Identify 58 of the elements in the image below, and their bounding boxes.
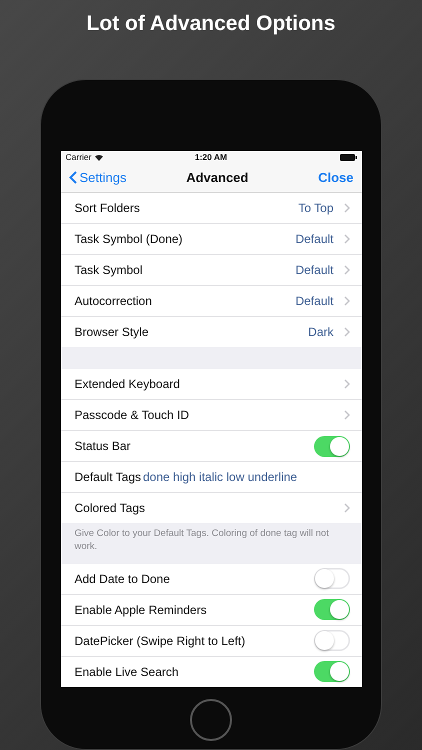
settings-row[interactable]: Enable Live Search (60, 656, 362, 687)
close-button[interactable]: Close (318, 170, 354, 186)
row-label: Passcode & Touch ID (74, 408, 190, 422)
chevron-icon (344, 503, 350, 514)
settings-row[interactable]: Default Tags done high italic low underline (60, 462, 362, 494)
nav-title: Advanced (186, 170, 248, 186)
row-label: Task Symbol (Done) (74, 232, 183, 246)
row-label: DatePicker (Swipe Right to Left) (74, 634, 246, 648)
wifi-icon (94, 153, 104, 162)
settings-row[interactable]: Add Date to Done (60, 564, 362, 595)
row-label: Colored Tags (74, 501, 145, 516)
row-label: Task Symbol (74, 263, 143, 278)
settings-row[interactable]: Task Symbol Default (60, 255, 362, 286)
row-value: Default (295, 232, 334, 246)
row-label: Extended Keyboard (74, 377, 180, 392)
chevron-icon (344, 379, 350, 390)
tags-value: done high italic low underline (143, 470, 298, 484)
toggle-switch[interactable] (314, 436, 350, 457)
back-button[interactable]: Settings (68, 170, 126, 186)
chevron-icon (344, 203, 350, 214)
chevron-icon (344, 410, 350, 420)
time-label: 1:20 AM (194, 152, 228, 162)
battery-icon (340, 154, 356, 161)
home-button[interactable] (190, 698, 232, 741)
settings-row[interactable]: Autocorrection Default (60, 286, 362, 318)
toggle-switch[interactable] (314, 599, 350, 620)
settings-row[interactable]: DatePicker (Swipe Right to Left) (60, 626, 362, 657)
row-label: Add Date to Done (74, 572, 170, 586)
settings-row[interactable]: Extended Keyboard (60, 369, 362, 400)
row-value: To Top (298, 201, 334, 216)
toggle-switch[interactable] (314, 568, 350, 590)
row-label: Sort Folders (74, 201, 140, 216)
row-label: Autocorrection (74, 294, 152, 308)
row-value: Default (295, 294, 334, 308)
back-chevron-icon (68, 171, 76, 184)
chevron-icon (344, 296, 350, 306)
toggle-switch[interactable] (314, 630, 350, 652)
settings-row[interactable]: Sort Folders To Top (60, 193, 362, 224)
row-label: Enable Apple Reminders (74, 602, 207, 617)
row-label: Default Tags (74, 470, 141, 484)
row-label: Status Bar (74, 439, 131, 454)
settings-row[interactable]: Status Bar (60, 431, 362, 462)
settings-row[interactable]: Passcode & Touch ID (60, 400, 362, 432)
settings-row[interactable]: Browser Style Dark (60, 317, 362, 348)
row-value: Dark (308, 325, 334, 340)
toggle-switch[interactable] (314, 661, 350, 682)
row-label: Browser Style (74, 325, 149, 340)
row-label: Enable Live Search (74, 664, 179, 679)
headline: Lot of Advanced Options (86, 12, 336, 37)
settings-row[interactable]: Colored Tags (60, 493, 362, 524)
settings-row[interactable]: Task Symbol (Done) Default (60, 224, 362, 256)
chevron-icon (344, 265, 350, 276)
chevron-icon (344, 327, 350, 338)
carrier-label: Carrier (66, 152, 92, 162)
settings-row[interactable]: Enable Apple Reminders (60, 594, 362, 626)
row-value: Default (295, 263, 334, 278)
footer-note: Give Color to your Default Tags. Coloring of done tag will not work. (74, 528, 329, 552)
chevron-icon (344, 234, 350, 244)
